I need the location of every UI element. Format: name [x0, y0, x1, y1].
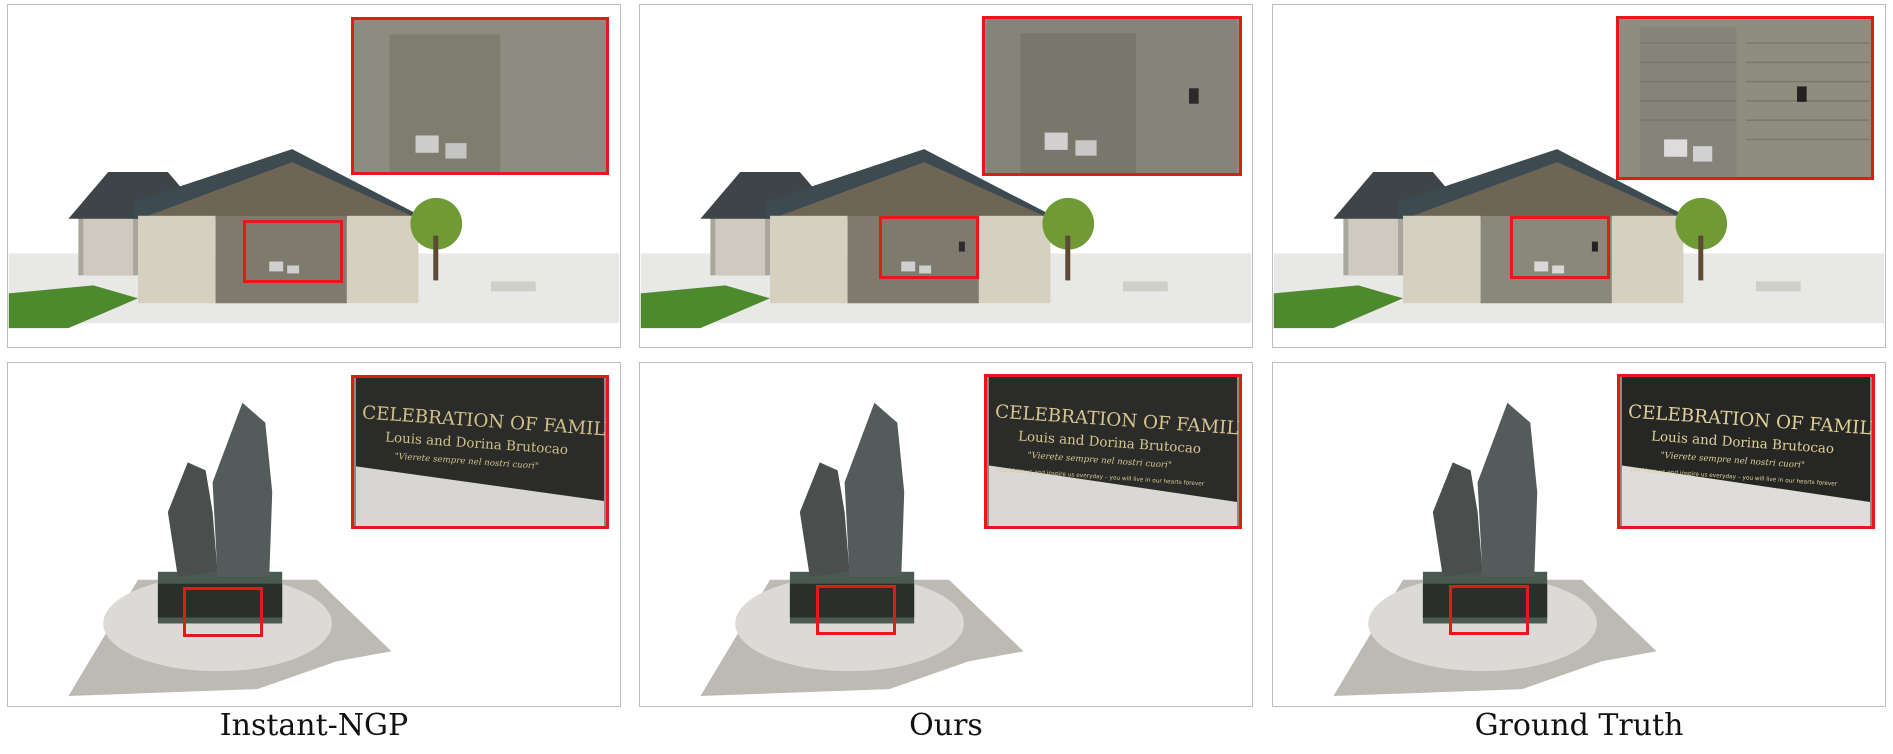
caption-ours: Ours — [909, 708, 983, 743]
region-of-interest — [243, 220, 343, 283]
region-of-interest — [183, 587, 263, 637]
zoom-inset — [982, 16, 1242, 176]
zoom-inset — [1616, 16, 1874, 180]
zoomed-door — [355, 20, 605, 172]
zoom-inset: CELEBRATION OF FAMILY Louis and Dorina B… — [351, 375, 609, 529]
zoomed-door — [986, 19, 1238, 173]
zoomed-door — [1620, 19, 1870, 177]
statue-panel-instant-ngp: CELEBRATION OF FAMILY Louis and Dorina B… — [7, 362, 621, 707]
house-panel-ours — [639, 4, 1253, 348]
region-of-interest — [1449, 585, 1529, 635]
zoom-inset — [351, 17, 609, 175]
caption-ground-truth: Ground Truth — [1474, 708, 1684, 743]
caption-instant-ngp: Instant-NGP — [219, 708, 409, 743]
zoomed-plaque: CELEBRATION OF FAMILY Louis and Dorina B… — [356, 378, 606, 526]
zoomed-plaque: CELEBRATION OF FAMILY Louis and Dorina B… — [988, 377, 1239, 526]
region-of-interest — [816, 585, 896, 635]
zoom-inset: CELEBRATION OF FAMILY Louis and Dorina B… — [984, 374, 1242, 529]
house-panel-instant-ngp — [7, 4, 621, 348]
zoom-inset: CELEBRATION OF FAMILY Louis and Dorina B… — [1617, 374, 1875, 529]
region-of-interest — [879, 216, 979, 279]
region-of-interest — [1510, 216, 1610, 279]
statue-panel-ground-truth: CELEBRATION OF FAMILY Louis and Dorina B… — [1272, 362, 1886, 707]
house-panel-ground-truth — [1272, 4, 1886, 348]
statue-panel-ours: CELEBRATION OF FAMILY Louis and Dorina B… — [639, 362, 1253, 707]
zoomed-plaque: CELEBRATION OF FAMILY Louis and Dorina B… — [1621, 377, 1872, 526]
